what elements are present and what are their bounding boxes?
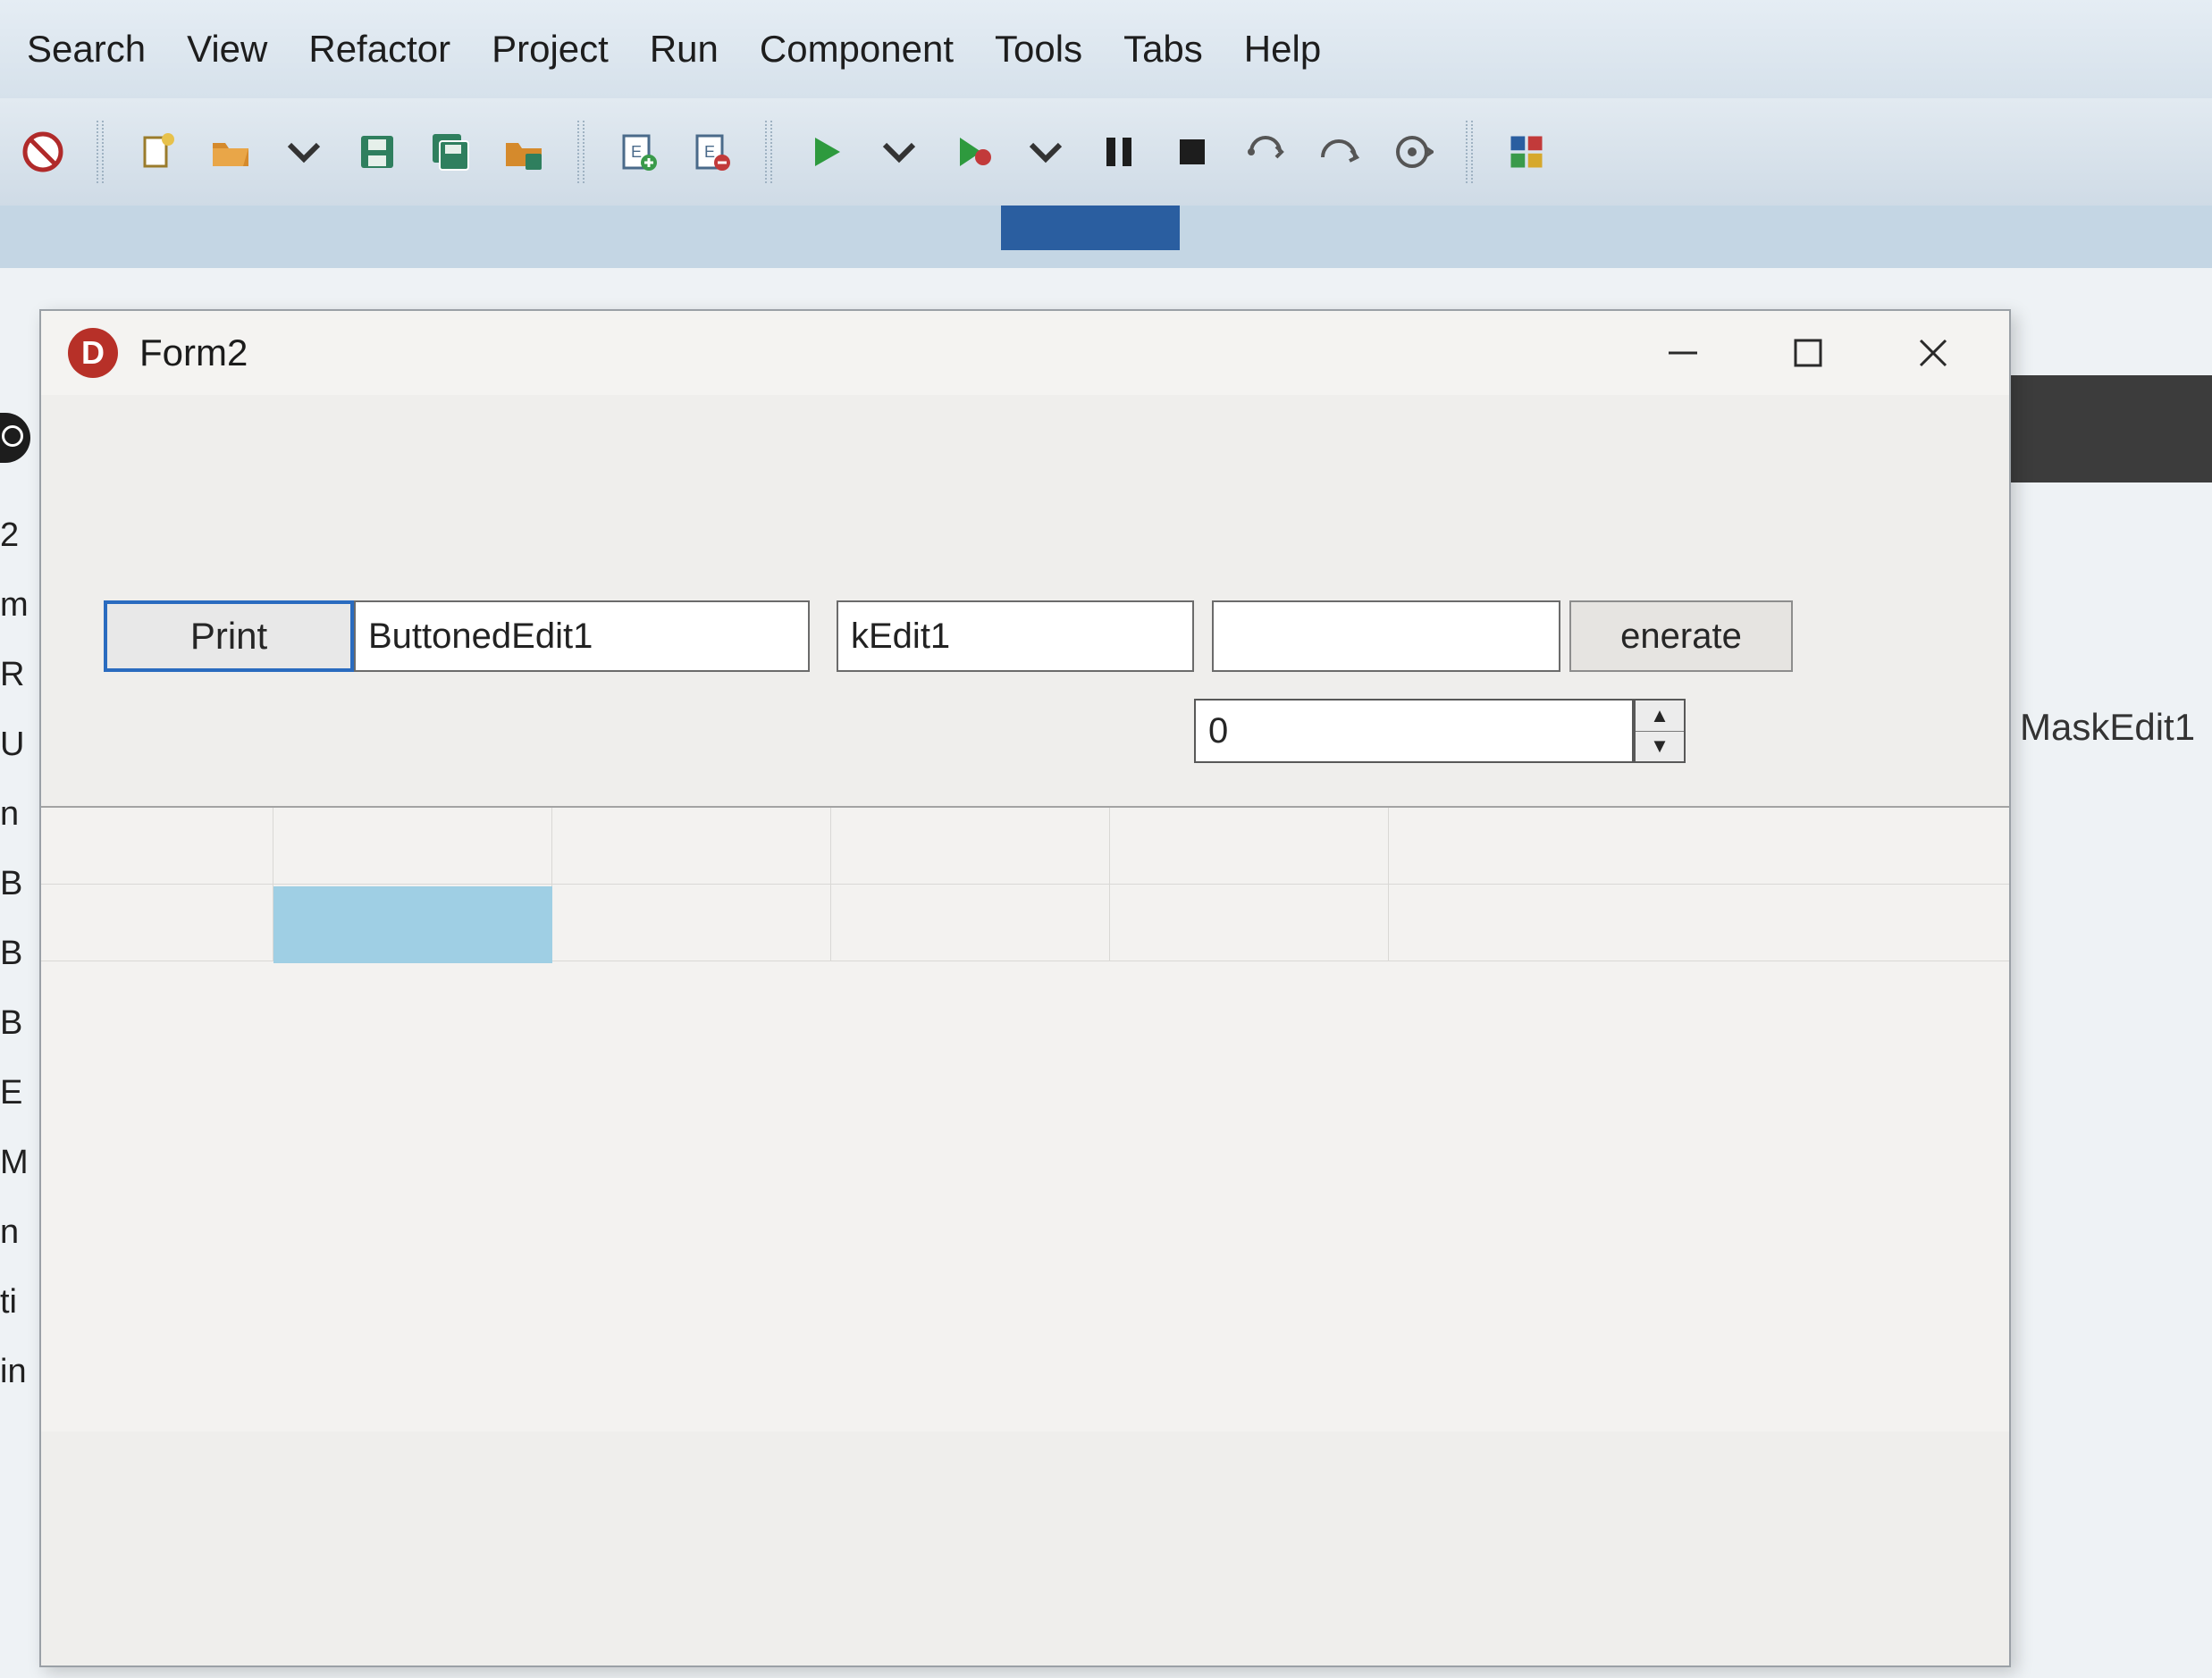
grid-cell[interactable] (831, 808, 1110, 884)
menu-tools[interactable]: Tools (995, 28, 1082, 71)
grid-row (41, 808, 2009, 885)
grid-cell[interactable] (273, 808, 552, 884)
active-editor-tab[interactable] (1001, 206, 1180, 250)
new-file-icon[interactable] (132, 127, 182, 177)
grid-cell[interactable] (831, 885, 1110, 961)
grid-cell[interactable] (1110, 808, 1389, 884)
maskedit-label-background: MaskEdit1 (2020, 706, 2195, 749)
generate-button[interactable]: enerate (1569, 600, 1793, 672)
svg-text:E: E (631, 143, 642, 161)
toolbar-separator (765, 121, 772, 183)
run-dropdown-icon[interactable] (874, 127, 924, 177)
grid-cell[interactable] (41, 885, 273, 961)
tab-strip (0, 206, 2212, 268)
panel-toggle-icon[interactable] (0, 413, 30, 463)
step-over-icon[interactable] (1314, 127, 1364, 177)
run-to-cursor-icon[interactable] (1387, 127, 1437, 177)
menu-search[interactable]: Search (27, 28, 146, 71)
form-client-area: Print ButtonedEdit1 kEdit1 enerate 0 ▲ ▼ (41, 395, 2009, 1665)
no-entry-icon[interactable] (18, 127, 68, 177)
remove-file-icon[interactable]: E (686, 127, 736, 177)
menu-tabs[interactable]: Tabs (1123, 28, 1203, 71)
run-icon[interactable] (801, 127, 851, 177)
spin-down-button[interactable]: ▼ (1636, 732, 1684, 762)
stop-icon[interactable] (1167, 127, 1217, 177)
grid-cell[interactable] (1110, 885, 1389, 961)
spin-up-button[interactable]: ▲ (1636, 701, 1684, 732)
open-folder-icon[interactable] (206, 127, 256, 177)
mask-edit-input[interactable]: kEdit1 (837, 600, 1194, 672)
layout-grid-icon[interactable] (1501, 127, 1552, 177)
run-no-debug-icon[interactable] (947, 127, 997, 177)
save-all-icon[interactable] (425, 127, 475, 177)
spin-edit-input[interactable]: 0 (1194, 699, 1634, 763)
background-dark-strip (2002, 375, 2212, 482)
grid-cell[interactable] (552, 808, 831, 884)
pause-icon[interactable] (1094, 127, 1144, 177)
add-file-icon[interactable]: E (613, 127, 663, 177)
form2-window: D Form2 Print ButtonedEdit1 kEdit1 enera… (39, 309, 2011, 1667)
window-title: Form2 (139, 331, 248, 374)
menu-view[interactable]: View (187, 28, 267, 71)
trace-into-icon[interactable] (1241, 127, 1291, 177)
grid-cell[interactable] (41, 808, 273, 884)
save-project-icon[interactable] (499, 127, 549, 177)
titlebar[interactable]: D Form2 (41, 311, 2009, 395)
buttoned-edit-input[interactable]: ButtonedEdit1 (354, 600, 810, 672)
edit-input[interactable] (1212, 600, 1560, 672)
grid-cell[interactable] (552, 885, 831, 961)
controls-row: Print ButtonedEdit1 kEdit1 enerate (104, 600, 1909, 672)
menu-run[interactable]: Run (650, 28, 719, 71)
delphi-app-icon: D (68, 328, 118, 378)
close-button[interactable] (1884, 322, 1982, 384)
run-no-debug-dropdown-icon[interactable] (1021, 127, 1071, 177)
print-button[interactable]: Print (104, 600, 354, 672)
maximize-button[interactable] (1759, 322, 1857, 384)
svg-text:E: E (704, 143, 715, 161)
main-toolbar: E E (0, 98, 2212, 206)
spin-edit: 0 ▲ ▼ (1194, 699, 1686, 763)
string-grid[interactable] (41, 806, 2009, 1431)
toolbar-separator (577, 121, 585, 183)
menu-project[interactable]: Project (492, 28, 609, 71)
toolbar-separator (97, 121, 104, 183)
spin-buttons: ▲ ▼ (1634, 699, 1686, 763)
grid-selected-cell[interactable] (273, 886, 552, 963)
menu-component[interactable]: Component (760, 28, 954, 71)
main-menu-bar: Search View Refactor Project Run Compone… (0, 0, 2212, 98)
save-icon[interactable] (352, 127, 402, 177)
open-dropdown-icon[interactable] (279, 127, 329, 177)
minimize-button[interactable] (1634, 322, 1732, 384)
menu-help[interactable]: Help (1244, 28, 1321, 71)
menu-refactor[interactable]: Refactor (308, 28, 450, 71)
toolbar-separator (1466, 121, 1473, 183)
